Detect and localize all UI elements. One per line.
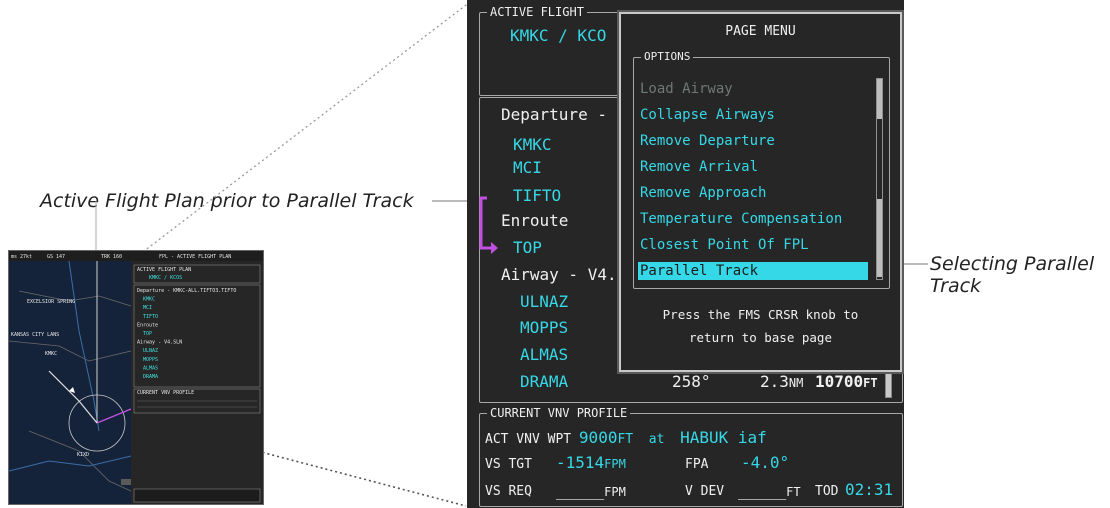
thumb-map-label-2: KANSAS CITY LANS [11, 332, 59, 338]
thumb-fpl-title: ACTIVE FLIGHT PLAN [137, 267, 191, 273]
drama-distance: 2.3NM [760, 372, 803, 393]
fpl-row-enroute[interactable]: Enroute [501, 211, 568, 231]
page-menu-title: PAGE MENU [725, 24, 796, 39]
page-menu-scroll-thumb-lower[interactable] [877, 199, 882, 277]
page-menu-options-label: OPTIONS [641, 50, 694, 64]
vnv-vs-req-label: VS REQ [485, 484, 532, 499]
vnv-at-label: at [648, 432, 665, 447]
vnv-act-label: ACT VNV WPT [485, 432, 572, 447]
fpl-row-ulnaz[interactable]: ULNAZ [520, 292, 568, 312]
page-menu-help-line1: Press the FMS CRSR knob to [662, 307, 859, 322]
thumb-fpl-row: Enroute [137, 322, 158, 328]
thumb-map-label-1: EXCELSIOR SPRING [27, 299, 75, 305]
thumb-vnv-title: CURRENT VNV PROFILE [137, 390, 194, 396]
vnv-tod-label: TOD [815, 484, 839, 499]
thumb-fpl-row: TIFTO [143, 314, 158, 320]
vnv-act-altitude: 9000 [578, 428, 618, 447]
drama-altitude-value: 10700 [815, 372, 864, 391]
page-menu-window: PAGE MENU Load Airway Collapse Airways Rem… [619, 12, 902, 372]
thumb-fpl-row: Departure - KMKC-ALL.TIFTO3.TIFTO [137, 288, 236, 294]
fpl-scrollbar[interactable] [885, 368, 892, 398]
fpl-row-top[interactable]: TOP [513, 238, 542, 258]
fpl-row-mci[interactable]: MCI [513, 158, 542, 178]
thumb-fpl-route: KMKC / KCOS [149, 275, 182, 281]
vnv-act-waypoint: HABUK iaf [680, 428, 767, 447]
vnv-vdev-label: V DEV [685, 484, 725, 499]
thumb-fpl-row: MCI [143, 305, 152, 311]
vnv-vs-tgt-row: VS TGT [485, 455, 532, 475]
menu-item-remove-approach[interactable]: Remove Approach [640, 184, 766, 202]
vnv-vs-req-dashes: _____ [556, 481, 605, 500]
menu-item-closest-point-of-fpl[interactable]: Closest Point Of FPL [640, 236, 809, 254]
thumb-fpl-row: KMKC [143, 297, 155, 303]
fpl-row-departure-km[interactable]: Departure - KM [501, 105, 636, 125]
drama-altitude-unit: FT [863, 376, 878, 390]
thumb-fpl-row: MOPPS [143, 357, 158, 363]
thumb-map-label-4: KIXD [77, 452, 89, 458]
page-menu-options-box: Load Airway Collapse Airways Remove Depart… [633, 57, 890, 289]
thumb-topbar-gs: GS 147 [47, 254, 65, 260]
vnv-profile-title: CURRENT VNV PROFILE [487, 406, 631, 420]
menu-item-temperature-compensation[interactable]: Temperature Compensation [640, 210, 842, 228]
mfd-screen: ACTIVE FLIGHT KMKC / KCO Departure - KM K… [467, 0, 904, 508]
menu-item-remove-arrival[interactable]: Remove Arrival [640, 158, 758, 176]
vnv-fpa-label: FPA [685, 457, 709, 472]
drama-altitude: 10700FT [815, 372, 878, 393]
vnv-vs-tgt-number: -1514 [556, 453, 605, 472]
vnv-vdev-dashes: _____ [738, 481, 787, 500]
drama-dtk: 258° [672, 372, 711, 391]
fpl-row-airway-v4-sl[interactable]: Airway - V4.SL [501, 265, 636, 285]
fpl-row-mopps[interactable]: MOPPS [520, 318, 568, 338]
menu-item-parallel-track[interactable]: Parallel Track [638, 262, 868, 280]
vnv-vs-req-unit: FPM [604, 485, 626, 499]
vnv-vdev-value: _____FT [738, 481, 801, 502]
menu-item-load-airway[interactable]: Load Airway [640, 80, 733, 98]
page-menu-scrollbar[interactable] [876, 78, 883, 280]
vnv-fpa-value: -4.0° [741, 453, 790, 472]
page-menu-scroll-thumb[interactable] [877, 79, 882, 119]
thumb-fpl-row: ALMAS [143, 365, 158, 371]
vnv-vs-tgt-value: -1514FPM [556, 453, 626, 474]
fpl-row-drama[interactable]: DRAMA [520, 372, 568, 392]
fpl-row-tifto[interactable]: TIFTO [513, 186, 561, 206]
active-leg-arrow-icon [479, 196, 498, 254]
drama-distance-value: 2.3 [760, 372, 789, 391]
thumb-topbar-trk: TRK 160 [101, 254, 122, 260]
page-menu-help-line2: return to base page [689, 330, 832, 345]
fpl-row-kmkc[interactable]: KMKC [513, 135, 552, 155]
thumb-topbar-page: FPL - ACTIVE FLIGHT PLAN [159, 254, 231, 260]
fpl-row-almas[interactable]: ALMAS [520, 345, 568, 365]
vnv-act-altitude-unit: FT [617, 432, 634, 447]
thumb-fpl-row: DRAMA [143, 374, 158, 380]
thumb-map-label-3: KMKC [45, 351, 57, 357]
vnv-tod-value: 02:31 [845, 480, 894, 499]
active-flight-plan-route: KMKC / KCO [510, 26, 607, 45]
vnv-vs-tgt-unit: FPM [604, 457, 626, 471]
vnv-vs-tgt-label: VS TGT [485, 457, 532, 472]
thumb-fpl-row: TOP [143, 331, 152, 337]
mfd-thumbnail: ms 27kt GS 147 TRK 160 FPL - ACTIVE FLIG… [8, 250, 264, 505]
thumb-fpl-row: ULNAZ [143, 348, 158, 354]
thumb-topbar-wind: ms 27kt [11, 254, 32, 260]
menu-item-collapse-airways[interactable]: Collapse Airways [640, 106, 775, 124]
menu-item-remove-departure[interactable]: Remove Departure [640, 132, 775, 150]
thumb-fpl-row: Airway - V4.SLN [137, 340, 182, 346]
vnv-act-row: ACT VNV WPT 9000FT at HABUK iaf [485, 428, 767, 450]
vnv-vs-req-value: _____FPM [556, 481, 626, 502]
vnv-vdev-unit: FT [786, 485, 801, 499]
drama-distance-unit: NM [788, 376, 804, 390]
